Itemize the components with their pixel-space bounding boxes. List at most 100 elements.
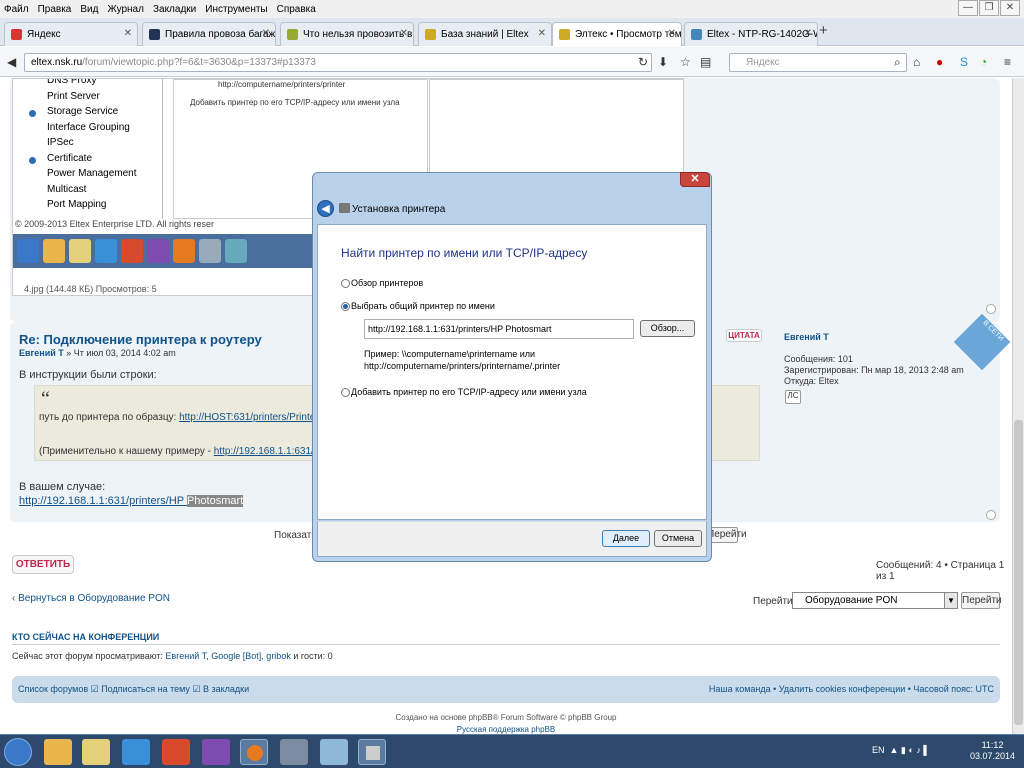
search-input[interactable]: Яндекс xyxy=(729,53,907,72)
menu-item[interactable]: Инструменты xyxy=(205,4,267,15)
quote-text: (Применительно к нашему примеру - xyxy=(39,446,214,457)
profile-name[interactable]: Евгений Т xyxy=(784,332,829,342)
close-tab-icon[interactable]: ✕ xyxy=(538,28,546,39)
dialog-close-button[interactable]: ✕ xyxy=(680,172,710,187)
tab-knowledge-base[interactable]: База знаний | Eltex ✕ xyxy=(418,22,552,46)
app-icon[interactable] xyxy=(320,739,348,765)
pagination: Сообщений: 4 • Страница 1 из 1 xyxy=(876,560,1005,582)
minimize-button[interactable]: — xyxy=(958,0,978,16)
radio-browse-printers[interactable] xyxy=(341,279,350,288)
cancel-button[interactable]: Отмена xyxy=(654,530,702,547)
next-button[interactable]: Далее xyxy=(602,530,650,547)
url-path: /forum/viewtopic.php?f=6&t=3630&p=13373#… xyxy=(82,57,316,68)
bookmark-star-icon[interactable]: ☆ xyxy=(680,55,691,69)
forum-jump-select[interactable]: Оборудование PON ▼ xyxy=(792,592,958,609)
dialog-back-icon[interactable]: ◀ xyxy=(317,200,334,217)
menu-icon[interactable]: ≡ xyxy=(1004,55,1011,69)
search-icon[interactable]: ⌕ xyxy=(894,55,901,70)
quote-button[interactable]: ЦИТАТА xyxy=(726,329,762,342)
radio-shared-printer[interactable] xyxy=(341,302,350,311)
system-tray: EN ▲ ▮ ◐ ♪ ▌ xyxy=(872,745,930,755)
back-to-forum-link[interactable]: ‹ Вернуться в Оборудование PON xyxy=(12,593,170,604)
tree-item: Print Server xyxy=(47,90,100,102)
menu-item[interactable]: Вид xyxy=(80,4,98,15)
who-online-text: Сейчас этот форум просматривают: Евгений… xyxy=(12,651,333,661)
back-to-top-icon[interactable] xyxy=(986,510,996,520)
new-tab-plus-icon[interactable]: + xyxy=(819,22,828,39)
download-icon[interactable]: ⬇ xyxy=(658,55,668,69)
post-title[interactable]: Re: Подключение принтера к роутеру xyxy=(19,332,262,347)
menu-item[interactable]: Журнал xyxy=(107,4,144,15)
printer-wizard-taskbar-icon[interactable] xyxy=(358,739,386,765)
maximize-button[interactable]: ❐ xyxy=(979,0,999,16)
footer-right-links[interactable]: Наша команда • Удалить cookies конференц… xyxy=(709,684,994,694)
skype-icon[interactable]: S xyxy=(960,55,968,69)
scrollbar-thumb[interactable] xyxy=(1014,420,1023,725)
home-icon[interactable]: ⌂ xyxy=(913,55,920,69)
close-window-button[interactable]: ✕ xyxy=(1000,0,1020,16)
close-tab-icon[interactable]: ✕ xyxy=(124,28,132,39)
tab-forbidden[interactable]: Что нельзя провозить в с...✕ xyxy=(280,22,414,46)
jump-button[interactable]: Перейти xyxy=(961,592,1002,609)
screenshot-text: http://computername/printers/printer xyxy=(218,80,346,89)
printer-name-input[interactable]: http://192.168.1.1:631/printers/HP Photo… xyxy=(364,319,634,339)
tree-item: DNS Proxy xyxy=(47,78,97,86)
radio-shared-label[interactable]: Выбрать общий принтер по имени xyxy=(351,301,495,311)
language-indicator[interactable]: EN xyxy=(872,745,885,755)
tab-bar: Яндекс✕ Правила провоза багажа ...✕ Что … xyxy=(0,18,1024,46)
credits-link[interactable]: Русская поддержка phpBB xyxy=(457,725,555,734)
tab-baggage[interactable]: Правила провоза багажа ...✕ xyxy=(142,22,276,46)
radio-browse-label[interactable]: Обзор принтеров xyxy=(351,278,423,288)
post-case-link[interactable]: http://192.168.1.1:631/printers/HP Photo… xyxy=(19,495,244,507)
author-profile: Евгений Т Сообщения: 101 Зарегистрирован… xyxy=(784,332,964,387)
menu-item[interactable]: Закладки xyxy=(153,4,196,15)
show-label: Показать xyxy=(274,530,317,541)
firefox-icon[interactable] xyxy=(240,739,268,765)
app-icon[interactable] xyxy=(44,739,72,765)
ie-icon[interactable] xyxy=(122,739,150,765)
url-bar[interactable]: eltex.nsk.ru/forum/viewtopic.php?f=6&t=3… xyxy=(24,53,652,72)
back-link-text[interactable]: Вернуться в Оборудование PON xyxy=(18,593,170,604)
chrome-icon[interactable] xyxy=(162,739,190,765)
tree-item: Certificate xyxy=(47,152,93,164)
radio-tcpip[interactable] xyxy=(341,388,350,397)
dialog-body xyxy=(317,224,707,520)
adblock-icon[interactable]: ● xyxy=(936,55,943,69)
post-intro: В инструкции были строки: xyxy=(19,369,157,381)
online-users[interactable]: Евгений Т, Google [Bot], gribok xyxy=(165,651,290,661)
back-to-top-icon[interactable] xyxy=(986,304,996,314)
credits-line: Создано на основе phpBB® Forum Software … xyxy=(395,713,617,722)
reply-button[interactable]: ОТВЕТИТЬ xyxy=(12,555,74,574)
quote-mark-icon: “ xyxy=(41,388,50,410)
refresh-addon-icon[interactable]: ◔ xyxy=(980,55,987,69)
tab-ntp-rg[interactable]: Eltex - NTP-RG-1402G-W ✕ xyxy=(684,22,818,46)
footer-left-links[interactable]: Список форумов ☑ Подписаться на тему ☑ В… xyxy=(18,684,249,695)
tab-forum-topic[interactable]: Элтекс • Просмотр темы ...✕ xyxy=(552,22,682,46)
jump-select-value: Оборудование PON xyxy=(805,595,898,606)
close-tab-icon[interactable]: ✕ xyxy=(804,28,812,39)
vs-icon[interactable] xyxy=(202,739,230,765)
url-domain: eltex.nsk.ru xyxy=(31,57,83,68)
reader-icon[interactable]: ▤ xyxy=(700,55,711,69)
close-tab-icon[interactable]: ✕ xyxy=(668,28,676,39)
menu-item[interactable]: Справка xyxy=(277,4,316,15)
menu-item[interactable]: Правка xyxy=(38,4,72,15)
radio-tcpip-label[interactable]: Добавить принтер по его TCP/IP-адресу ил… xyxy=(351,387,587,397)
chevron-down-icon[interactable]: ▼ xyxy=(944,593,957,608)
app-icon[interactable] xyxy=(280,739,308,765)
menu-item[interactable]: Файл xyxy=(4,4,29,15)
close-tab-icon[interactable]: ✕ xyxy=(400,28,408,39)
start-button-icon[interactable] xyxy=(4,738,32,766)
tab-yandex[interactable]: Яндекс ✕ xyxy=(4,22,138,46)
back-arrow-icon[interactable]: ◀ xyxy=(7,55,16,69)
browse-button[interactable]: Обзор... xyxy=(640,320,695,337)
page-favicon-icon xyxy=(287,29,298,40)
who-online-heading: КТО СЕЙЧАС НА КОНФЕРЕНЦИИ xyxy=(12,632,1000,645)
case-link[interactable]: http://192.168.1.1:631/printers/HP xyxy=(19,495,187,507)
post-author[interactable]: Евгений Т xyxy=(19,348,64,358)
private-message-button[interactable]: ЛС xyxy=(785,390,801,404)
clock[interactable]: 11:12 03.07.2014 xyxy=(970,740,1015,762)
close-tab-icon[interactable]: ✕ xyxy=(262,28,270,39)
explorer-icon[interactable] xyxy=(82,739,110,765)
reload-icon[interactable]: ↻ xyxy=(638,55,648,69)
